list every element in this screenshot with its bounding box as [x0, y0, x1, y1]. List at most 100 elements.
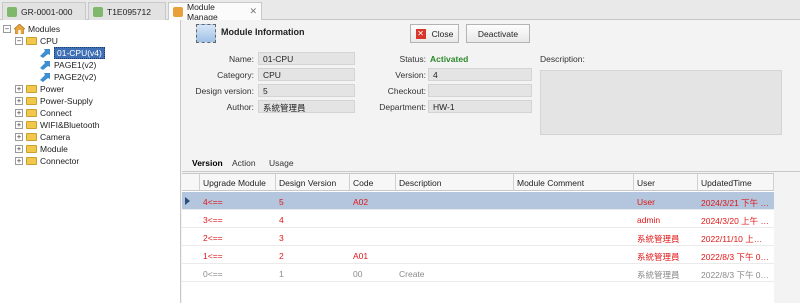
tree-node-label: Power-Supply [40, 96, 93, 106]
tree-node-module[interactable]: + Module [15, 143, 68, 155]
cell-upgrade-module: 3<== [203, 215, 223, 225]
checkout-label: Checkout: [387, 86, 426, 96]
name-label: Name: [228, 54, 254, 64]
grid-side-panel [774, 173, 800, 303]
status-label: Status: [399, 54, 426, 64]
category-field[interactable]: CPU [258, 68, 355, 81]
cell-user: 系統管理員 [637, 252, 680, 262]
column-header-updated-time[interactable]: UpdatedTime [698, 174, 774, 191]
close-button-label: Close [431, 28, 454, 39]
folder-icon [26, 109, 37, 117]
table-row[interactable]: 1<== 2 A01 系統管理員 2022/8/3 下午 0… [182, 246, 774, 264]
column-header-code[interactable]: Code [350, 174, 396, 191]
close-icon: ✕ [415, 28, 426, 39]
home-icon [14, 24, 25, 34]
collapse-icon[interactable]: − [3, 25, 11, 33]
department-label: Department: [379, 102, 426, 112]
cell-description [396, 192, 514, 210]
cell-user: 系統管理員 [637, 270, 680, 280]
folder-icon [26, 145, 37, 153]
tab-t1e095712[interactable]: T1E095712 [88, 2, 166, 20]
document-icon [7, 6, 17, 17]
cell-user: admin [637, 215, 661, 225]
cell-design-version: 2 [279, 251, 284, 261]
cell-description [396, 246, 514, 264]
cell-module-comment [514, 264, 634, 282]
cell-updated-time: 2024/3/20 上午 … [701, 216, 770, 226]
author-field[interactable]: 系統管理員 [258, 100, 355, 113]
expand-icon[interactable]: + [15, 97, 23, 105]
cell-description [396, 210, 514, 228]
cell-user: User [637, 197, 655, 207]
description-field[interactable] [540, 70, 782, 135]
cell-description [396, 228, 514, 246]
column-header-module-comment[interactable]: Module Comment [514, 174, 634, 191]
panel-title: Module Information [221, 27, 305, 37]
tree-node-label: Modules [28, 24, 61, 34]
tab-module-manage[interactable]: Module Manage ✕ [168, 2, 262, 22]
tree-node-cpu[interactable]: − CPU [15, 35, 58, 47]
tree-node-modules[interactable]: − Modules [3, 23, 60, 35]
cell-updated-time: 2022/11/10 上… [701, 234, 763, 244]
expand-icon[interactable]: + [15, 121, 23, 129]
folder-icon [26, 97, 37, 105]
column-header-description[interactable]: Description [396, 174, 514, 191]
expand-icon[interactable]: + [15, 109, 23, 117]
design-version-field[interactable]: 5 [258, 84, 355, 97]
module-link-icon [40, 73, 50, 82]
tree-node-camera[interactable]: + Camera [15, 131, 70, 143]
table-row[interactable]: 2<== 3 系統管理員 2022/11/10 上… [182, 228, 774, 246]
close-button[interactable]: ✕ Close [410, 24, 459, 43]
tab-label: GR-0001-000 [21, 6, 73, 17]
folder-icon [26, 121, 37, 129]
collapse-icon[interactable]: − [15, 37, 23, 45]
module-info-icon [196, 24, 216, 43]
column-header-design-version[interactable]: Design Version [276, 174, 350, 191]
department-field[interactable]: HW-1 [428, 100, 532, 113]
tree-node-wifi-bluetooth[interactable]: + WIFI&Bluetooth [15, 119, 100, 131]
checkout-field[interactable] [428, 84, 532, 97]
folder-icon [26, 133, 37, 141]
close-tab-icon[interactable]: ✕ [249, 6, 257, 17]
tree-node-label: PAGE2(v2) [54, 72, 97, 82]
design-version-label: Design version: [195, 86, 254, 96]
document-tab-bar: GR-0001-000 T1E095712 Module Manage ✕ [0, 0, 800, 22]
cell-description: Create [399, 269, 425, 279]
module-icon [173, 6, 183, 17]
expand-icon[interactable]: + [15, 85, 23, 93]
column-header-user[interactable]: User [634, 174, 698, 191]
version-grid: Upgrade Module Design Version Code Descr… [182, 173, 774, 303]
version-field[interactable]: 4 [428, 68, 532, 81]
tree-node-page2[interactable]: PAGE2(v2) [39, 71, 96, 83]
tree-node-label: Camera [40, 132, 71, 142]
tree-node-power[interactable]: + Power [15, 83, 64, 95]
module-detail-panel: Module Information ✕ Close Deactivate Na… [182, 20, 800, 303]
folder-icon [26, 157, 37, 165]
expand-icon[interactable]: + [15, 145, 23, 153]
tab-label: T1E095712 [107, 6, 151, 17]
tree-node-connect[interactable]: + Connect [15, 107, 72, 119]
column-header-upgrade-module[interactable]: Upgrade Module [200, 174, 276, 191]
tree-node-01-cpu[interactable]: 01-CPU(v4) [39, 47, 105, 59]
cell-design-version: 3 [279, 233, 284, 243]
tree-node-label: Power [40, 84, 65, 94]
tab-usage[interactable]: Usage [269, 158, 294, 168]
tree-node-label: 01-CPU(v4) [54, 47, 105, 59]
tree-node-page1[interactable]: PAGE1(v2) [39, 59, 96, 71]
cell-code: A01 [353, 251, 369, 261]
table-row[interactable]: 0<== 1 00 Create 系統管理員 2022/8/3 下午 0… [182, 264, 774, 282]
table-row[interactable]: 3<== 4 admin 2024/3/20 上午 … [182, 210, 774, 228]
deactivate-button[interactable]: Deactivate [466, 24, 530, 43]
expand-icon[interactable]: + [15, 133, 23, 141]
name-field[interactable]: 01-CPU [258, 52, 355, 65]
tree-node-power-supply[interactable]: + Power-Supply [15, 95, 93, 107]
folder-icon [26, 85, 37, 93]
folder-icon [26, 37, 37, 45]
expand-icon[interactable]: + [15, 157, 23, 165]
table-row[interactable]: 4<== 5 A02 User 2024/3/21 下午 … [182, 192, 774, 210]
tree-node-connector[interactable]: + Connector [15, 155, 79, 167]
tab-version[interactable]: Version [192, 158, 223, 168]
cell-code [350, 228, 396, 246]
tab-gr-0001-000[interactable]: GR-0001-000 [2, 2, 86, 20]
tab-action[interactable]: Action [232, 158, 256, 168]
